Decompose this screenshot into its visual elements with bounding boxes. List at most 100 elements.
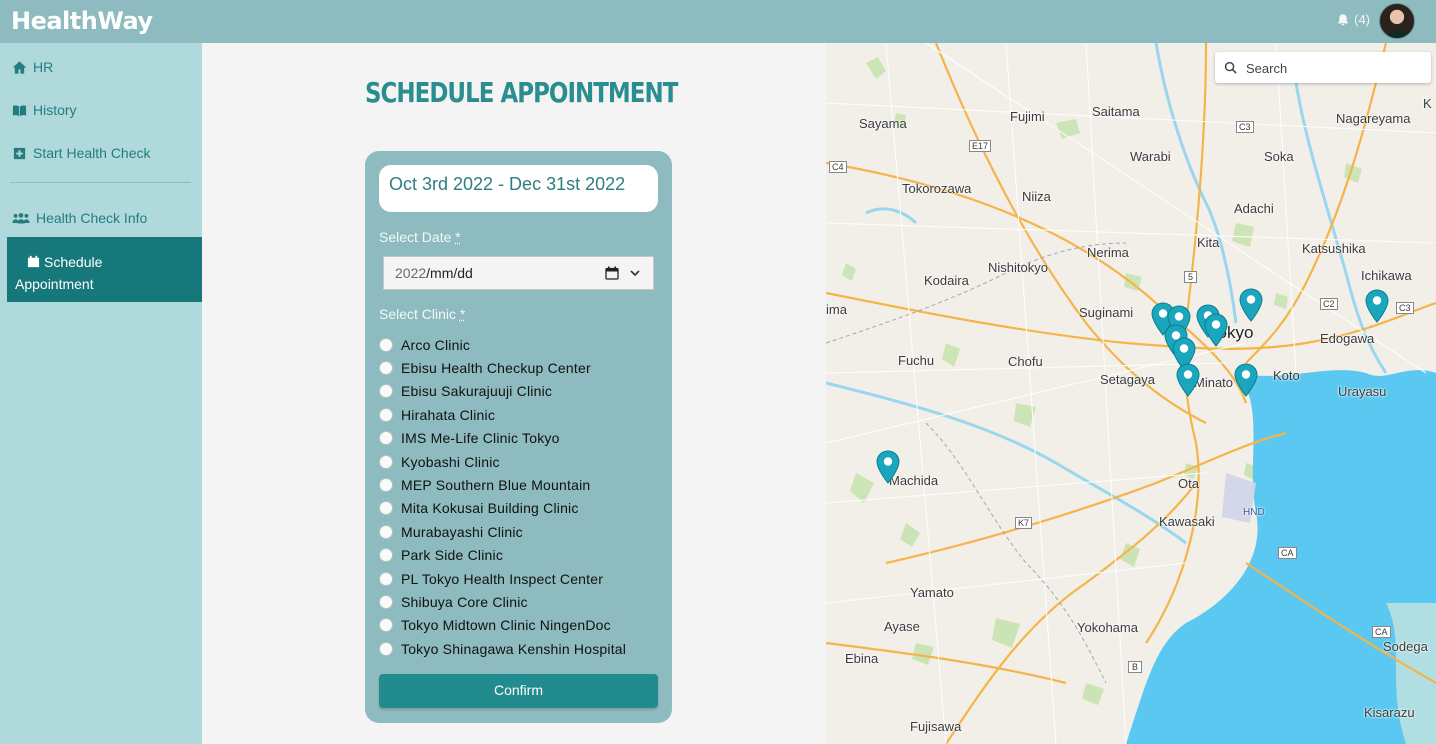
road-shield: C3 [1236, 121, 1254, 133]
road-shield: CA [1278, 547, 1297, 559]
clinic-option[interactable]: PL Tokyo Health Inspect Center [379, 567, 626, 590]
sidebar-item-hr[interactable]: HR [12, 59, 53, 75]
map-label-ima: ima [826, 302, 847, 317]
road-shield: K7 [1015, 517, 1033, 529]
clinic-option[interactable]: Arco Clinic [379, 333, 626, 356]
clinic-name: Murabayashi Clinic [401, 523, 523, 540]
clinic-name: Hirahata Clinic [401, 406, 496, 423]
clinic-option[interactable]: Murabayashi Clinic [379, 520, 626, 543]
confirm-button[interactable]: Confirm [379, 674, 658, 708]
map-label-k: K [1423, 96, 1432, 111]
map-label-niiza: Niiza [1022, 189, 1051, 204]
radio-button[interactable] [379, 454, 393, 469]
map-label-katsushika: Katsushika [1302, 241, 1366, 256]
app-logo[interactable]: HealthWay [11, 7, 153, 35]
clinic-pin-icon[interactable] [876, 450, 900, 484]
map-search-input[interactable]: Search [1215, 52, 1431, 83]
sidebar-item-schedule-appointment[interactable]: Schedule Appointment [7, 237, 202, 302]
calendar-picker-icon[interactable] [605, 266, 619, 280]
map-label-yokohama: Yokohama [1077, 620, 1138, 635]
date-input[interactable]: 2022/mm/dd [383, 256, 654, 290]
clinic-name: Arco Clinic [401, 336, 471, 353]
map-label-kita: Kita [1197, 235, 1220, 250]
select-date-label: Select Date * [379, 229, 461, 245]
clinic-pin-icon[interactable] [1365, 289, 1389, 323]
sidebar-item-start-health-check[interactable]: Start Health Check [12, 145, 151, 161]
map-label-nagareyama: Nagareyama [1336, 111, 1411, 126]
map-label-warabi: Warabi [1130, 149, 1171, 164]
map-label-koto: Koto [1273, 368, 1300, 383]
radio-button[interactable] [379, 548, 393, 563]
radio-button[interactable] [379, 431, 393, 446]
map-label-tokorozawa: Tokorozawa [902, 181, 972, 196]
clinic-pin-icon[interactable] [1234, 363, 1258, 397]
road-shield: 5 [1184, 271, 1198, 283]
map-label-fuchu: Fuchu [898, 353, 935, 368]
road-shield: C2 [1320, 298, 1338, 310]
select-clinic-label: Select Clinic * [379, 306, 465, 322]
clinic-name: Kyobashi Clinic [401, 453, 500, 470]
map-label-sodega: Sodega [1383, 639, 1428, 654]
clinic-pin-icon[interactable] [1239, 288, 1263, 322]
clinic-map[interactable]: Sayama Fujimi Saitama Nagareyama Warabi … [826, 43, 1436, 744]
map-label-soka: Soka [1264, 149, 1294, 164]
clinic-option[interactable]: Kyobashi Clinic [379, 450, 626, 473]
clinic-name: Ebisu Health Checkup Center [401, 360, 591, 377]
map-label-ebina: Ebina [845, 651, 879, 666]
radio-button[interactable] [379, 501, 393, 516]
radio-button[interactable] [379, 337, 393, 352]
book-icon [12, 104, 27, 116]
page-title: SCHEDULE APPOINTMENT [365, 76, 678, 109]
clinic-option[interactable]: Mita Kokusai Building Clinic [379, 497, 626, 520]
map-label-urayasu: Urayasu [1338, 384, 1387, 399]
clinic-option[interactable]: Park Side Clinic [379, 544, 626, 567]
user-avatar[interactable] [1379, 3, 1415, 39]
clinic-pin-icon[interactable] [1176, 363, 1200, 397]
clinic-option[interactable]: Shibuya Core Clinic [379, 590, 626, 613]
sidebar-item-label: Health Check Info [36, 210, 148, 226]
sidebar-item-health-check-info[interactable]: Health Check Info [12, 210, 147, 226]
appointment-form: Oct 3rd 2022 - Dec 31st 2022 Select Date… [365, 151, 672, 723]
notifications[interactable]: (4) [1336, 12, 1370, 27]
radio-button[interactable] [379, 618, 393, 633]
clinic-option[interactable]: Ebisu Health Checkup Center [379, 356, 626, 379]
map-label-yamato: Yamato [910, 585, 954, 600]
radio-button[interactable] [379, 571, 393, 586]
map-label-kisarazu: Kisarazu [1364, 705, 1415, 720]
clinic-option[interactable]: Hirahata Clinic [379, 403, 626, 426]
radio-button[interactable] [379, 407, 393, 422]
sidebar-item-history[interactable]: History [12, 102, 77, 118]
map-label-ayase: Ayase [884, 619, 920, 634]
radio-button[interactable] [379, 594, 393, 609]
sidebar-item-label-line2: Appointment [15, 276, 94, 292]
notification-count: (4) [1354, 12, 1370, 27]
radio-button[interactable] [379, 641, 393, 656]
map-label-nishitokyo: Nishitokyo [988, 260, 1048, 275]
radio-button[interactable] [379, 524, 393, 539]
clinic-option[interactable]: IMS Me-Life Clinic Tokyo [379, 427, 626, 450]
map-label-sayama: Sayama [859, 116, 907, 131]
clinic-pin-icon[interactable] [1204, 313, 1228, 347]
clinic-name: Park Side Clinic [401, 547, 504, 564]
required-mark: * [459, 306, 466, 322]
clinic-option[interactable]: MEP Southern Blue Mountain [379, 473, 626, 496]
clinic-option[interactable]: Tokyo Midtown Clinic NingenDoc [379, 614, 626, 637]
search-icon [1224, 61, 1237, 74]
radio-button[interactable] [379, 361, 393, 376]
clinic-option[interactable]: Tokyo Shinagawa Kenshin Hospital [379, 637, 626, 660]
home-icon [12, 60, 27, 74]
radio-button[interactable] [379, 384, 393, 399]
road-shield: C4 [829, 161, 847, 173]
map-label-setagaya: Setagaya [1100, 372, 1155, 387]
date-placeholder: /mm/dd [426, 265, 473, 281]
clinic-option[interactable]: Ebisu Sakurajuuji Clinic [379, 380, 626, 403]
select-clinic-label-text: Select Clinic [379, 306, 457, 322]
clinic-name: PL Tokyo Health Inspect Center [401, 570, 604, 587]
plus-square-icon [13, 147, 26, 159]
radio-button[interactable] [379, 478, 393, 493]
road-shield: CA [1372, 626, 1391, 638]
required-mark: * [455, 229, 461, 245]
map-label-saitama: Saitama [1092, 104, 1140, 119]
chevron-down-icon[interactable] [629, 267, 641, 279]
clinic-name: MEP Southern Blue Mountain [401, 477, 591, 494]
